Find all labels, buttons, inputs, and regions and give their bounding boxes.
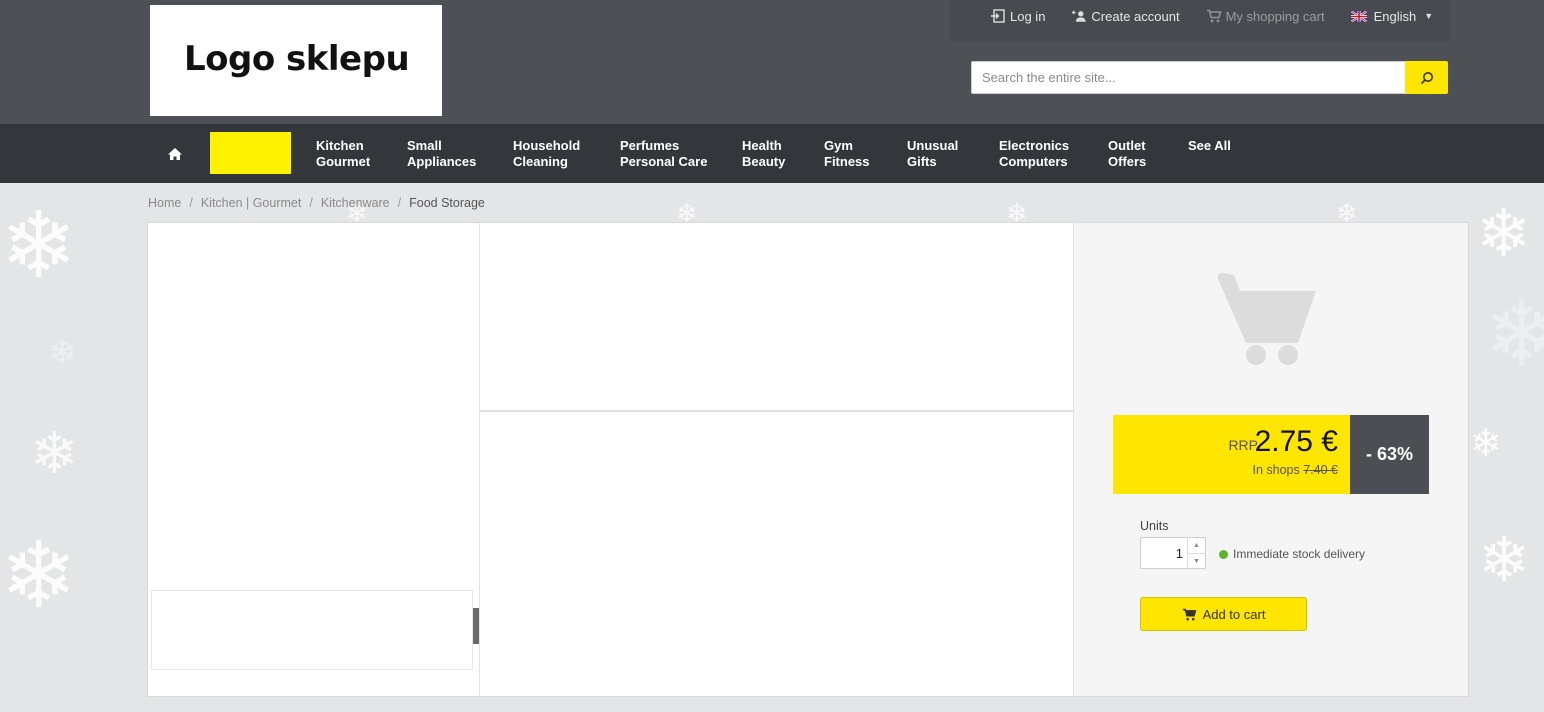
snowflake-icon: ❄ bbox=[0, 525, 78, 627]
in-shops-price: In shops 7.40 € bbox=[1252, 463, 1338, 477]
home-icon bbox=[168, 148, 182, 160]
quantity-input[interactable] bbox=[1141, 538, 1187, 568]
create-account-link[interactable]: Create account bbox=[1071, 9, 1180, 24]
home-button[interactable] bbox=[160, 142, 190, 166]
login-link[interactable]: Log in bbox=[990, 9, 1045, 24]
breadcrumb-kitchen-gourmet[interactable]: Kitchen | Gourmet bbox=[201, 196, 302, 210]
quantity-spinner: ▲ ▼ bbox=[1187, 538, 1205, 568]
discount-badge: - 63% bbox=[1350, 415, 1429, 494]
cart-placeholder-icon bbox=[1217, 272, 1316, 365]
product-details bbox=[479, 223, 1074, 696]
breadcrumb: Home / Kitchen | Gourmet / Kitchenware /… bbox=[148, 196, 485, 210]
nav-item-small-appliances[interactable]: Small Appliances bbox=[407, 138, 476, 170]
search-input[interactable] bbox=[971, 61, 1405, 94]
language-selector[interactable]: English ▼ bbox=[1350, 9, 1434, 24]
current-price: 2.75 € bbox=[1254, 425, 1338, 458]
price-box: RRP 2.75 € In shops 7.40 € bbox=[1113, 415, 1350, 494]
units-label: Units bbox=[1140, 519, 1169, 533]
stock-status: Immediate stock delivery bbox=[1219, 547, 1365, 561]
old-price: 7.40 € bbox=[1303, 463, 1338, 477]
snowflake-icon: ❄ bbox=[1478, 526, 1530, 595]
nav-item-household-cleaning[interactable]: Household Cleaning bbox=[513, 138, 580, 170]
search-button[interactable] bbox=[1405, 61, 1448, 94]
snowflake-icon: ❄ bbox=[0, 195, 78, 297]
search-icon bbox=[1420, 71, 1433, 84]
top-links: Log in Create account My shopping cart E… bbox=[990, 6, 1433, 26]
snowflake-icon: ❄ bbox=[48, 334, 77, 372]
site-header: Logo sklepu Log in Create account My sho… bbox=[0, 0, 1544, 124]
cart-icon bbox=[1182, 608, 1196, 620]
product-card: RRP 2.75 € In shops 7.40 € - 63% Units ▲… bbox=[147, 222, 1469, 697]
purchase-panel: RRP 2.75 € In shops 7.40 € - 63% Units ▲… bbox=[1073, 223, 1468, 696]
cart-icon bbox=[1206, 9, 1222, 23]
decrement-button[interactable]: ▼ bbox=[1188, 553, 1205, 568]
login-icon bbox=[991, 9, 1005, 23]
nav-item-unusual-gifts[interactable]: Unusual Gifts bbox=[907, 138, 958, 170]
nav-item-kitchen-gourmet[interactable]: Kitchen Gourmet bbox=[316, 138, 370, 170]
quantity-stepper: ▲ ▼ bbox=[1140, 537, 1206, 569]
main-navigation: Kitchen Gourmet Small Appliances Household… bbox=[0, 124, 1544, 183]
nav-item-health-beauty[interactable]: Health Beauty bbox=[742, 138, 785, 170]
rrp-label: RRP bbox=[1228, 437, 1258, 453]
section-divider bbox=[480, 410, 1074, 412]
add-user-icon bbox=[1072, 10, 1087, 22]
breadcrumb-home[interactable]: Home bbox=[148, 196, 181, 210]
nav-item-gym-fitness[interactable]: Gym Fitness bbox=[824, 138, 870, 170]
increment-button[interactable]: ▲ bbox=[1188, 538, 1205, 553]
search-bar bbox=[971, 61, 1448, 94]
shop-logo[interactable]: Logo sklepu bbox=[150, 5, 442, 116]
snowflake-icon: ❄ bbox=[1470, 423, 1502, 465]
breadcrumb-kitchenware[interactable]: Kitchenware bbox=[321, 196, 390, 210]
logo-text: Logo sklepu bbox=[184, 39, 410, 79]
breadcrumb-separator: / bbox=[189, 196, 193, 210]
uk-flag-icon bbox=[1350, 10, 1367, 22]
shopping-cart-link[interactable]: My shopping cart bbox=[1206, 9, 1325, 24]
thumbnail-strip[interactable] bbox=[151, 590, 473, 670]
product-gallery bbox=[148, 223, 480, 696]
snowflake-icon: ❄ bbox=[1476, 196, 1532, 270]
promo-nav-block[interactable] bbox=[210, 132, 291, 174]
breadcrumb-current: Food Storage bbox=[409, 196, 485, 210]
stock-indicator-icon bbox=[1219, 549, 1228, 559]
snowflake-icon: ❄ bbox=[1484, 285, 1544, 385]
nav-item-perfumes-personal-care[interactable]: Perfumes Personal Care bbox=[620, 138, 707, 170]
breadcrumb-separator: / bbox=[397, 196, 402, 210]
nav-item-see-all[interactable]: See All bbox=[1188, 138, 1231, 154]
nav-item-electronics-computers[interactable]: Electronics Computers bbox=[999, 138, 1069, 170]
snowflake-icon: ❄ bbox=[30, 421, 79, 486]
add-to-cart-button[interactable]: Add to cart bbox=[1140, 597, 1307, 631]
nav-item-outlet-offers[interactable]: Outlet Offers bbox=[1108, 138, 1146, 170]
chevron-down-icon: ▼ bbox=[1424, 11, 1434, 21]
breadcrumb-separator: / bbox=[309, 196, 313, 210]
